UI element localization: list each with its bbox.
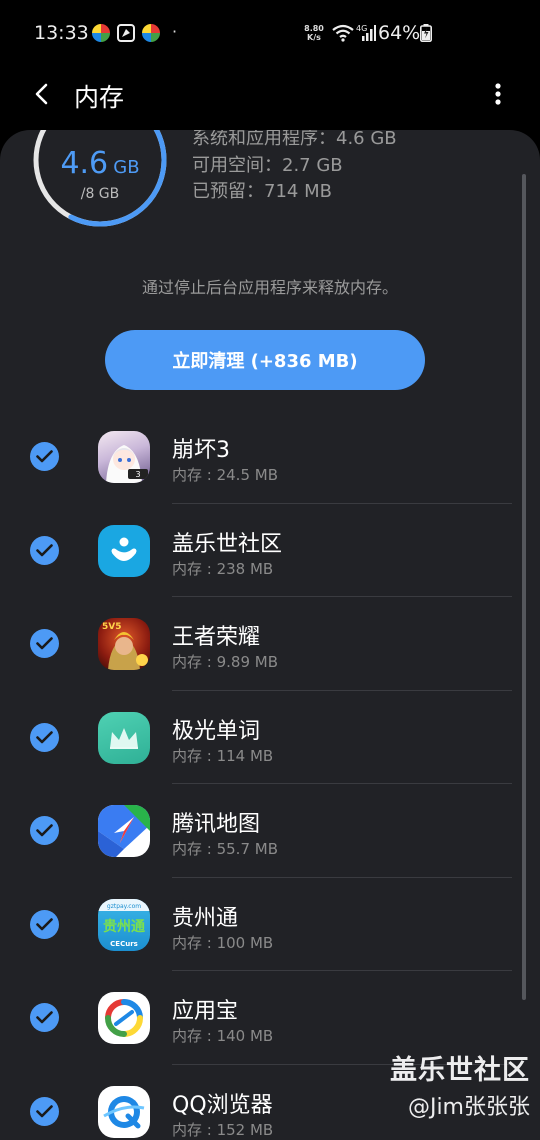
app-memory: 内存 : 55.7 MB xyxy=(172,840,278,858)
clean-now-button[interactable]: 立即清理 (+836 MB) xyxy=(105,330,425,390)
app-name: 王者荣耀 xyxy=(172,625,261,650)
app-row-tencent-map[interactable]: 腾讯地图 内存 : 55.7 MB xyxy=(0,784,540,878)
app-name: 腾讯地图 xyxy=(172,812,261,837)
compass-notification-icon xyxy=(117,24,135,42)
app-checkbox[interactable] xyxy=(30,816,59,845)
app-row-guizhou-tong[interactable]: gztpay.com 贵州通 CECurs 贵州通 内存 : 100 MB xyxy=(0,878,540,971)
status-dot: · xyxy=(172,22,178,41)
app-checkbox[interactable] xyxy=(30,1096,59,1126)
qq-browser-icon xyxy=(98,1085,150,1138)
app-row-aurora-words[interactable]: 极光单词 内存 : 114 MB xyxy=(0,691,540,784)
app-row-galaxy-community[interactable]: 盖乐世社区 内存 : 238 MB xyxy=(0,504,540,597)
svg-text:gztpay.com: gztpay.com xyxy=(107,903,141,910)
aurora-words-icon xyxy=(98,711,150,764)
honor-of-kings-icon: 5V5 xyxy=(98,618,150,670)
app-memory: 内存 : 140 MB xyxy=(172,1027,274,1045)
app-checkbox[interactable] xyxy=(30,629,59,658)
app-checkbox[interactable] xyxy=(30,535,59,565)
status-time: 13:33 xyxy=(34,22,89,44)
app-name: QQ浏览器 xyxy=(172,1092,273,1118)
app-store-notification-icon-2 xyxy=(142,24,160,42)
app-store-notification-icon xyxy=(92,24,110,42)
signal-icon: 4G xyxy=(356,24,376,41)
app-checkbox[interactable] xyxy=(30,442,59,471)
memory-card: 4.6 GB /8 GB 系统和应用程序：4.6 GB 可用空间：2.7 GB … xyxy=(0,130,540,1140)
memory-used-unit: GB xyxy=(113,157,140,178)
memory-used-value: 4.6 xyxy=(60,146,109,181)
app-name: 应用宝 xyxy=(172,999,239,1024)
battery-percent: 64% xyxy=(378,22,421,44)
app-memory: 内存 : 100 MB xyxy=(172,933,274,952)
app-name: 盖乐世社区 xyxy=(172,531,283,557)
honkai-icon: 3 xyxy=(98,431,150,483)
app-row-honkai[interactable]: 3 崩坏3 内存 : 24.5 MB xyxy=(0,410,540,504)
app-checkbox[interactable] xyxy=(30,722,59,752)
memory-total: /8 GB xyxy=(80,186,120,202)
memory-stat-reserved: 已预留：714 MB xyxy=(192,181,332,202)
app-checkbox[interactable] xyxy=(30,909,59,939)
app-name: 贵州通 xyxy=(172,905,239,931)
wifi-icon xyxy=(332,24,354,42)
memory-stats: 系统和应用程序：4.6 GB 可用空间：2.7 GB 已预留：714 MB xyxy=(192,130,397,206)
battery-charging-icon xyxy=(420,24,432,42)
app-memory: 内存 : 24.5 MB xyxy=(172,466,278,484)
app-memory: 内存 : 9.89 MB xyxy=(172,653,278,671)
page-title: 内存 xyxy=(74,83,125,112)
app-memory: 内存 : 152 MB xyxy=(172,1120,274,1139)
svg-text:CECurs: CECurs xyxy=(110,940,138,948)
watermark-title: 盖乐世社区 xyxy=(390,1055,530,1086)
app-store-icon xyxy=(98,992,150,1044)
app-name: 极光单词 xyxy=(172,718,261,744)
app-row-honor-of-kings[interactable]: 5V5 王者荣耀 内存 : 9.89 MB xyxy=(0,597,540,691)
galaxy-community-icon xyxy=(98,524,150,577)
svg-text:3: 3 xyxy=(135,470,140,479)
more-vert-icon[interactable] xyxy=(486,80,510,108)
tencent-map-icon xyxy=(98,805,150,857)
hint-text: 通过停止后台应用程序来释放内存。 xyxy=(141,278,398,297)
guizhou-tong-icon: gztpay.com 贵州通 CECurs xyxy=(98,898,150,951)
svg-text:贵州通: 贵州通 xyxy=(103,918,145,935)
memory-stat-system: 系统和应用程序：4.6 GB xyxy=(192,130,397,149)
net-speed: 8.80 K/s xyxy=(304,24,324,42)
app-name: 崩坏3 xyxy=(172,438,230,463)
memory-used: 4.6 GB xyxy=(30,146,170,181)
app-memory: 内存 : 114 MB xyxy=(172,746,274,765)
app-checkbox[interactable] xyxy=(30,1003,59,1032)
svg-text:5V5: 5V5 xyxy=(102,622,122,632)
status-bar: 13:33 · 8.80 K/s 4G 64% xyxy=(0,0,540,64)
app-memory: 内存 : 238 MB xyxy=(172,559,274,578)
watermark-author: @Jim张张张 xyxy=(407,1095,530,1120)
back-icon[interactable] xyxy=(28,80,56,108)
memory-stat-available: 可用空间：2.7 GB xyxy=(192,154,343,176)
watermark: 盖乐世社区 @Jim张张张 xyxy=(384,1048,530,1121)
svg-text:4G: 4G xyxy=(356,24,367,33)
